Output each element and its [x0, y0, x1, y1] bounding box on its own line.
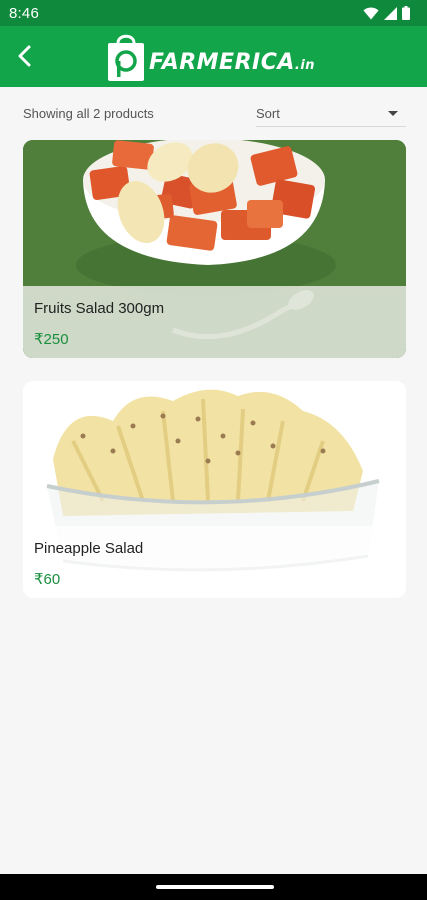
arrow-back-icon[interactable]	[12, 43, 38, 69]
home-indicator[interactable]	[156, 885, 274, 889]
status-bar: 8:46	[0, 0, 427, 26]
product-price: ₹250	[34, 331, 69, 348]
brand-name: FARMERICA.in	[149, 49, 316, 75]
sort-label: Sort	[256, 106, 280, 121]
shop-toolbar: Showing all 2 products Sort	[0, 87, 427, 133]
product-card[interactable]: Pineapple Salad ₹60	[23, 381, 406, 598]
product-info: Fruits Salad 300gm ₹250	[23, 286, 406, 358]
product-title[interactable]: Fruits Salad 300gm	[34, 300, 164, 317]
product-title[interactable]: Pineapple Salad	[34, 540, 143, 557]
status-icons	[363, 6, 410, 20]
product-info: Pineapple Salad ₹60	[23, 526, 406, 598]
battery-icon	[402, 6, 410, 20]
result-count: Showing all 2 products	[23, 106, 154, 121]
caret-down-icon	[388, 111, 398, 116]
product-price: ₹60	[34, 571, 61, 588]
wifi-icon	[363, 7, 379, 19]
brand-logo: FARMERICA.in	[106, 30, 315, 84]
status-time: 8:46	[9, 5, 39, 22]
product-card[interactable]: Fruits Salad 300gm ₹250	[23, 140, 406, 358]
app-bar: FARMERICA.in	[0, 26, 427, 87]
signal-icon	[384, 6, 397, 20]
shopping-bag-logo-icon	[108, 34, 144, 81]
system-navigation-bar	[0, 874, 427, 900]
sort-dropdown[interactable]: Sort	[256, 95, 406, 127]
